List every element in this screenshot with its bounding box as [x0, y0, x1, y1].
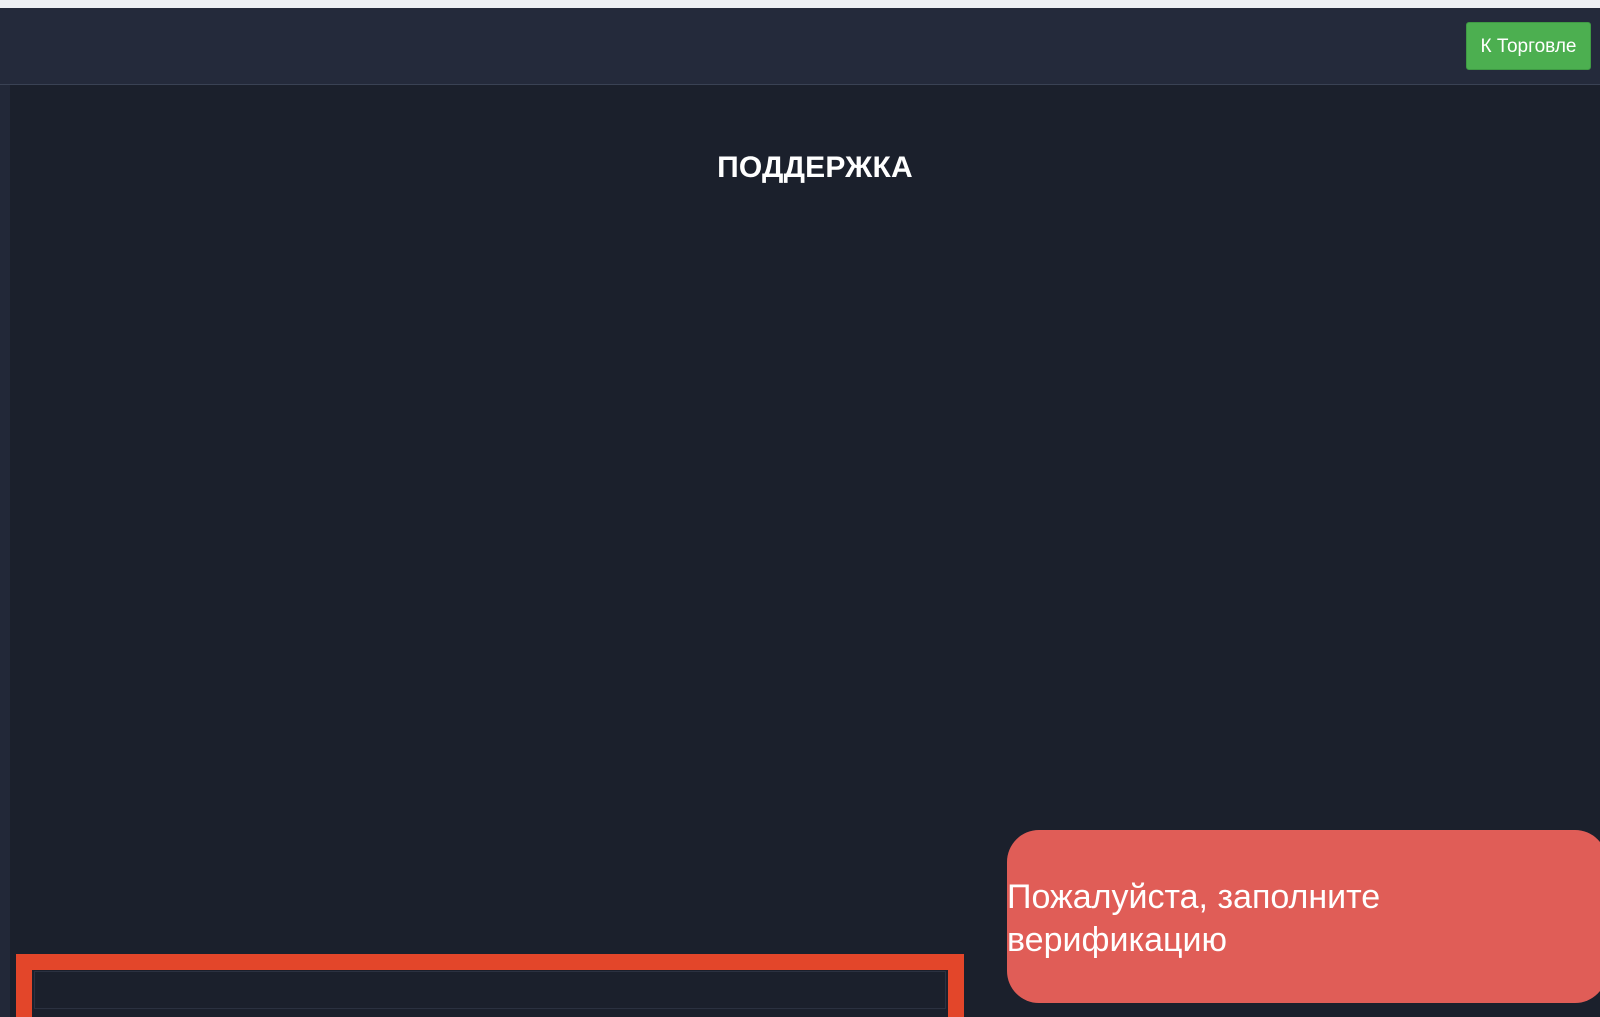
toast-message: Пожалуйста, заполните верификацию — [1007, 878, 1381, 959]
verification-toast[interactable]: Пожалуйста, заполните верификацию — [1007, 830, 1600, 1003]
browser-top-strip — [0, 0, 1600, 8]
support-message-input[interactable] — [34, 971, 946, 1009]
top-header: К Торговле — [0, 8, 1600, 85]
to-trading-button[interactable]: К Торговле — [1466, 22, 1591, 70]
left-sidebar-edge — [0, 85, 10, 1017]
page-title: ПОДДЕРЖКА — [717, 151, 913, 184]
